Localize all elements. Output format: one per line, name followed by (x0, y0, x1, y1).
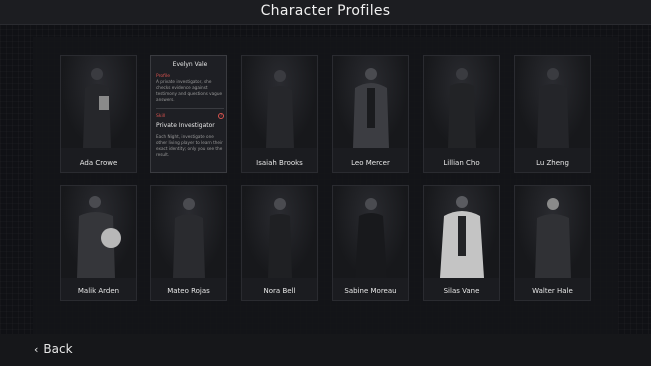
character-name: Leo Mercer (351, 159, 390, 167)
character-silhouette-icon (353, 68, 389, 148)
character-name: Mateo Rojas (167, 287, 210, 295)
chevron-left-icon: ‹ (34, 343, 39, 356)
character-silhouette-icon (173, 198, 205, 278)
profile-text: A private investigator, she checks evide… (156, 79, 223, 102)
footer-bar (0, 334, 651, 366)
character-silhouette-icon (448, 68, 476, 148)
header-bar: Character Profiles (0, 0, 651, 25)
detail-name: Evelyn Vale (172, 61, 208, 68)
character-card-lu-zheng[interactable]: Lu Zheng (514, 55, 591, 173)
character-silhouette-icon (535, 198, 571, 278)
character-card-ada-crowe[interactable]: Ada Crowe (60, 55, 137, 173)
skill-name: Private Investigator (156, 122, 215, 129)
character-silhouette-icon (537, 68, 569, 148)
character-name: Malik Arden (77, 287, 120, 295)
info-icon[interactable]: ? (218, 112, 224, 119)
skill-row: Skill ? (156, 112, 224, 119)
character-name: Nora Bell (263, 287, 296, 295)
character-card-silas-vane[interactable]: Silas Vane (423, 185, 500, 301)
character-silhouette-icon (266, 70, 294, 148)
character-name: Lu Zheng (536, 159, 569, 167)
character-card-malik-arden[interactable]: Malik Arden (60, 185, 137, 301)
page-title: Character Profiles (260, 3, 391, 19)
skill-label: Skill (156, 114, 166, 119)
character-detail: Evelyn Vale Profile A private investigat… (156, 61, 224, 158)
character-card-mateo-rojas[interactable]: Mateo Rojas (150, 185, 227, 301)
back-label: Back (43, 342, 73, 356)
character-name: Ada Crowe (79, 159, 118, 167)
character-silhouette-icon (83, 68, 111, 148)
back-button[interactable]: ‹ Back (34, 342, 73, 356)
character-silhouette-icon (355, 198, 387, 278)
character-card-lillian-cho[interactable]: Lillian Cho (423, 55, 500, 173)
character-name: Lillian Cho (443, 159, 480, 167)
character-card-nora-bell[interactable]: Nora Bell (241, 185, 318, 301)
character-card-sabine-moreau[interactable]: Sabine Moreau (332, 185, 409, 301)
character-card-leo-mercer[interactable]: Leo Mercer (332, 55, 409, 173)
character-name: Sabine Moreau (344, 287, 397, 295)
character-card-isaiah-brooks[interactable]: Isaiah Brooks (241, 55, 318, 173)
character-card-evelyn-vale[interactable]: Evelyn Vale Profile A private investigat… (150, 55, 227, 173)
character-silhouette-icon (77, 196, 121, 278)
divider (156, 108, 224, 109)
character-name: Silas Vane (443, 287, 480, 295)
skill-text: Each Night, investigate one other living… (156, 134, 223, 157)
character-card-walter-hale[interactable]: Walter Hale (514, 185, 591, 301)
character-name: Isaiah Brooks (256, 159, 303, 167)
character-silhouette-icon (268, 198, 292, 278)
character-name: Walter Hale (532, 287, 573, 295)
character-silhouette-icon (440, 196, 484, 278)
